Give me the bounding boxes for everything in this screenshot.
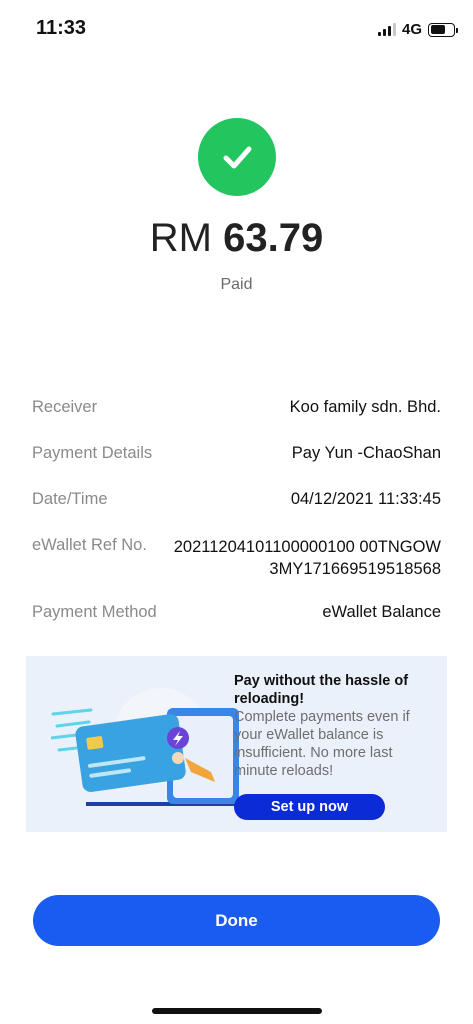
payment-method-value: eWallet Balance [322, 603, 441, 621]
payment-method-label: Payment Method [32, 603, 157, 621]
detail-row-payment-method: Payment Method eWallet Balance [32, 603, 441, 622]
receiver-value: Koo family sdn. Bhd. [289, 398, 441, 416]
amount-value: 63.79 [223, 216, 324, 260]
battery-level [430, 25, 446, 34]
datetime-value: 04/12/2021 11:33:45 [290, 490, 441, 508]
currency: RM [149, 216, 212, 260]
done-button[interactable]: Done [33, 895, 440, 946]
receiver-label: Receiver [32, 398, 98, 416]
status-indicators: 4G [377, 21, 458, 38]
payment-details-value: Pay Yun -ChaoShan [291, 444, 441, 462]
ref-no-label: eWallet Ref No. [32, 536, 147, 554]
ref-no-value: 20211204101100000100 00TNGOW3MY171669519… [173, 538, 441, 578]
network-type: 4G [401, 21, 422, 38]
status-bar: 11:33 4G [0, 0, 473, 58]
check-icon [223, 146, 252, 169]
payment-amount: RM 63.79 [0, 216, 473, 261]
card-phone-illustration [51, 688, 241, 806]
promo-title: Pay without the hassle of reloading! [234, 673, 409, 707]
battery-icon [428, 22, 458, 37]
detail-row-ref-no: eWallet Ref No. 20211204101100000100 00T… [32, 536, 441, 580]
payment-details-label: Payment Details [32, 444, 153, 462]
promo-banner: Pay without the hassle of reloading! Com… [26, 656, 447, 832]
success-check-icon [198, 118, 276, 196]
payment-status: Paid [220, 276, 253, 293]
status-time: 11:33 [36, 17, 87, 39]
detail-row-payment-details: Payment Details Pay Yun -ChaoShan [32, 444, 441, 463]
home-indicator[interactable] [152, 1008, 322, 1014]
datetime-label: Date/Time [32, 490, 108, 508]
detail-row-datetime: Date/Time 04/12/2021 11:33:45 [32, 490, 441, 509]
detail-row-receiver: Receiver Koo family sdn. Bhd. [32, 398, 441, 417]
signal-icon [377, 23, 396, 36]
promo-body: Complete payments even if your eWallet b… [234, 709, 410, 779]
set-up-now-button[interactable]: Set up now [234, 794, 385, 820]
